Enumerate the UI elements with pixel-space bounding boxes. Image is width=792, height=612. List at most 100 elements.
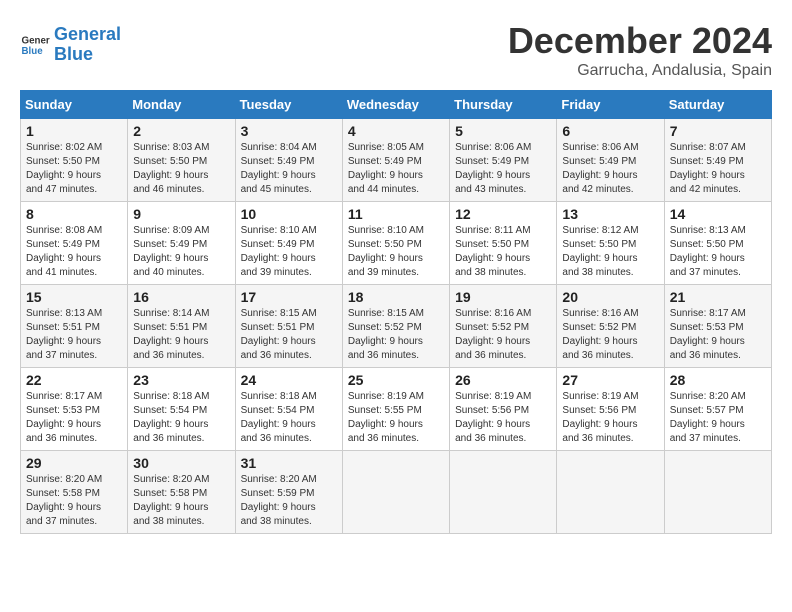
day-number: 9 [133, 206, 229, 222]
day-number: 30 [133, 455, 229, 471]
day-info: Sunrise: 8:20 AM Sunset: 5:58 PM Dayligh… [133, 473, 229, 529]
day-info: Sunrise: 8:06 AM Sunset: 5:49 PM Dayligh… [455, 141, 551, 197]
calendar-day-cell: 29 Sunrise: 8:20 AM Sunset: 5:58 PM Dayli… [21, 451, 128, 534]
day-number: 23 [133, 372, 229, 388]
days-header-row: SundayMondayTuesdayWednesdayThursdayFrid… [21, 91, 772, 119]
day-number: 25 [348, 372, 444, 388]
calendar-day-cell: 14 Sunrise: 8:13 AM Sunset: 5:50 PM Dayli… [664, 202, 771, 285]
day-info: Sunrise: 8:19 AM Sunset: 5:56 PM Dayligh… [455, 390, 551, 446]
day-of-week-header: Monday [128, 91, 235, 119]
day-info: Sunrise: 8:08 AM Sunset: 5:49 PM Dayligh… [26, 224, 122, 280]
day-number: 29 [26, 455, 122, 471]
calendar-day-cell: 27 Sunrise: 8:19 AM Sunset: 5:56 PM Dayli… [557, 368, 664, 451]
calendar-day-cell: 13Sunrise: 8:12 AM Sunset: 5:50 PM Dayli… [557, 202, 664, 285]
day-info: Sunrise: 8:02 AM Sunset: 5:50 PM Dayligh… [26, 141, 122, 197]
day-number: 15 [26, 289, 122, 305]
day-number: 8 [26, 206, 122, 222]
day-info: Sunrise: 8:13 AM Sunset: 5:51 PM Dayligh… [26, 307, 122, 363]
day-number: 28 [670, 372, 766, 388]
calendar-day-cell: 26 Sunrise: 8:19 AM Sunset: 5:56 PM Dayli… [450, 368, 557, 451]
calendar-day-cell: 22 Sunrise: 8:17 AM Sunset: 5:53 PM Dayli… [21, 368, 128, 451]
day-number: 26 [455, 372, 551, 388]
day-of-week-header: Friday [557, 91, 664, 119]
calendar-day-cell: 6 Sunrise: 8:06 AM Sunset: 5:49 PM Daylig… [557, 119, 664, 202]
day-info: Sunrise: 8:19 AM Sunset: 5:55 PM Dayligh… [348, 390, 444, 446]
day-info: Sunrise: 8:05 AM Sunset: 5:49 PM Dayligh… [348, 141, 444, 197]
calendar-week-row: 29 Sunrise: 8:20 AM Sunset: 5:58 PM Dayli… [21, 451, 772, 534]
calendar-day-cell: 12Sunrise: 8:11 AM Sunset: 5:50 PM Dayli… [450, 202, 557, 285]
logo-line1: General [54, 24, 121, 44]
day-number: 6 [562, 123, 658, 139]
day-number: 14 [670, 206, 766, 222]
day-info: Sunrise: 8:14 AM Sunset: 5:51 PM Dayligh… [133, 307, 229, 363]
day-info: Sunrise: 8:06 AM Sunset: 5:49 PM Dayligh… [562, 141, 658, 197]
day-info: Sunrise: 8:10 AM Sunset: 5:49 PM Dayligh… [241, 224, 337, 280]
calendar-day-cell [664, 451, 771, 534]
calendar-day-cell: 31 Sunrise: 8:20 AM Sunset: 5:59 PM Dayli… [235, 451, 342, 534]
day-info: Sunrise: 8:16 AM Sunset: 5:52 PM Dayligh… [562, 307, 658, 363]
day-info: Sunrise: 8:07 AM Sunset: 5:49 PM Dayligh… [670, 141, 766, 197]
day-number: 7 [670, 123, 766, 139]
day-of-week-header: Tuesday [235, 91, 342, 119]
day-number: 2 [133, 123, 229, 139]
day-info: Sunrise: 8:16 AM Sunset: 5:52 PM Dayligh… [455, 307, 551, 363]
day-of-week-header: Sunday [21, 91, 128, 119]
calendar-day-cell: 16 Sunrise: 8:14 AM Sunset: 5:51 PM Dayli… [128, 285, 235, 368]
calendar-day-cell: 11Sunrise: 8:10 AM Sunset: 5:50 PM Dayli… [342, 202, 449, 285]
day-info: Sunrise: 8:18 AM Sunset: 5:54 PM Dayligh… [133, 390, 229, 446]
calendar-day-cell: 15 Sunrise: 8:13 AM Sunset: 5:51 PM Dayli… [21, 285, 128, 368]
day-number: 5 [455, 123, 551, 139]
day-number: 12 [455, 206, 551, 222]
title-area: December 2024 Garrucha, Andalusia, Spain [508, 20, 772, 80]
day-info: Sunrise: 8:10 AM Sunset: 5:50 PM Dayligh… [348, 224, 444, 280]
calendar-day-cell: 18Sunrise: 8:15 AM Sunset: 5:52 PM Dayli… [342, 285, 449, 368]
calendar-day-cell: 30 Sunrise: 8:20 AM Sunset: 5:58 PM Dayli… [128, 451, 235, 534]
day-number: 17 [241, 289, 337, 305]
day-of-week-header: Saturday [664, 91, 771, 119]
calendar-week-row: 22 Sunrise: 8:17 AM Sunset: 5:53 PM Dayli… [21, 368, 772, 451]
day-number: 20 [562, 289, 658, 305]
calendar-day-cell: 3Sunrise: 8:04 AM Sunset: 5:49 PM Daylig… [235, 119, 342, 202]
day-info: Sunrise: 8:20 AM Sunset: 5:59 PM Dayligh… [241, 473, 337, 529]
calendar-day-cell: 2Sunrise: 8:03 AM Sunset: 5:50 PM Daylig… [128, 119, 235, 202]
calendar-week-row: 1 Sunrise: 8:02 AM Sunset: 5:50 PM Daylig… [21, 119, 772, 202]
day-number: 27 [562, 372, 658, 388]
day-info: Sunrise: 8:18 AM Sunset: 5:54 PM Dayligh… [241, 390, 337, 446]
day-info: Sunrise: 8:19 AM Sunset: 5:56 PM Dayligh… [562, 390, 658, 446]
calendar-day-cell: 19 Sunrise: 8:16 AM Sunset: 5:52 PM Dayli… [450, 285, 557, 368]
day-info: Sunrise: 8:09 AM Sunset: 5:49 PM Dayligh… [133, 224, 229, 280]
logo: General Blue General Blue [20, 25, 121, 65]
calendar-day-cell: 25 Sunrise: 8:19 AM Sunset: 5:55 PM Dayli… [342, 368, 449, 451]
calendar-day-cell: 24Sunrise: 8:18 AM Sunset: 5:54 PM Dayli… [235, 368, 342, 451]
day-number: 31 [241, 455, 337, 471]
day-number: 16 [133, 289, 229, 305]
calendar-week-row: 8 Sunrise: 8:08 AM Sunset: 5:49 PM Daylig… [21, 202, 772, 285]
day-number: 13 [562, 206, 658, 222]
logo-line2: Blue [54, 44, 93, 64]
day-info: Sunrise: 8:15 AM Sunset: 5:51 PM Dayligh… [241, 307, 337, 363]
calendar-day-cell [557, 451, 664, 534]
day-info: Sunrise: 8:13 AM Sunset: 5:50 PM Dayligh… [670, 224, 766, 280]
header: General Blue General Blue December 2024 … [20, 20, 772, 80]
location: Garrucha, Andalusia, Spain [508, 62, 772, 80]
day-number: 21 [670, 289, 766, 305]
calendar-day-cell: 23 Sunrise: 8:18 AM Sunset: 5:54 PM Dayli… [128, 368, 235, 451]
calendar-table: SundayMondayTuesdayWednesdayThursdayFrid… [20, 90, 772, 534]
calendar-day-cell: 10 Sunrise: 8:10 AM Sunset: 5:49 PM Dayli… [235, 202, 342, 285]
day-info: Sunrise: 8:20 AM Sunset: 5:58 PM Dayligh… [26, 473, 122, 529]
day-number: 10 [241, 206, 337, 222]
calendar-day-cell: 7 Sunrise: 8:07 AM Sunset: 5:49 PM Daylig… [664, 119, 771, 202]
logo-text: General Blue [54, 25, 121, 65]
day-number: 19 [455, 289, 551, 305]
day-number: 1 [26, 123, 122, 139]
day-info: Sunrise: 8:17 AM Sunset: 5:53 PM Dayligh… [670, 307, 766, 363]
day-info: Sunrise: 8:04 AM Sunset: 5:49 PM Dayligh… [241, 141, 337, 197]
day-number: 22 [26, 372, 122, 388]
calendar-week-row: 15 Sunrise: 8:13 AM Sunset: 5:51 PM Dayli… [21, 285, 772, 368]
calendar-day-cell: 28Sunrise: 8:20 AM Sunset: 5:57 PM Dayli… [664, 368, 771, 451]
calendar-day-cell: 9 Sunrise: 8:09 AM Sunset: 5:49 PM Daylig… [128, 202, 235, 285]
svg-text:Blue: Blue [22, 46, 44, 57]
day-info: Sunrise: 8:15 AM Sunset: 5:52 PM Dayligh… [348, 307, 444, 363]
day-info: Sunrise: 8:17 AM Sunset: 5:53 PM Dayligh… [26, 390, 122, 446]
calendar-day-cell: 20 Sunrise: 8:16 AM Sunset: 5:52 PM Dayli… [557, 285, 664, 368]
